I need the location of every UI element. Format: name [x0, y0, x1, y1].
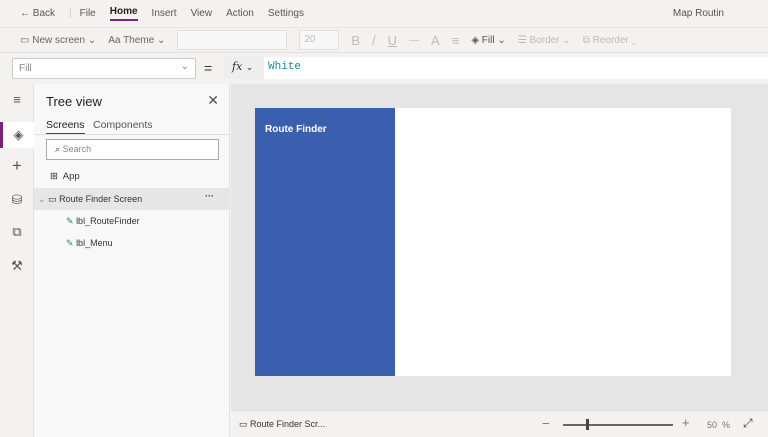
divider: | — [69, 8, 72, 19]
back-button[interactable]: ← Back — [20, 8, 55, 19]
fill-button[interactable]: ◈ Fill ⌄ — [471, 35, 505, 46]
app-title: Map Routin — [672, 8, 724, 19]
status-bar: ▭ Route Finder Scr... − + 50 % ⤢ — [231, 410, 768, 437]
chevron-down-icon: ⌄ — [180, 61, 189, 72]
tools-icon[interactable]: ⚒ — [0, 258, 34, 274]
zoom-unit: % — [722, 420, 731, 430]
fill-icon: ◈ — [471, 34, 480, 46]
property-dropdown[interactable]: Fill ⌄ — [12, 58, 196, 79]
menu-file[interactable]: File — [80, 8, 96, 19]
fill-label: Fill — [481, 34, 495, 46]
screen-icon: ▭ — [48, 194, 57, 204]
menu-view[interactable]: View — [191, 8, 213, 19]
theme-icon: Aa — [108, 34, 121, 46]
label-icon: ✎ — [66, 238, 74, 248]
zoom-slider-thumb[interactable] — [586, 419, 590, 430]
app-icon: ⊞ — [50, 171, 58, 182]
route-finder-label[interactable]: Route Finder — [265, 124, 327, 135]
insert-icon[interactable]: + — [0, 156, 34, 176]
property-value: Fill — [19, 63, 32, 74]
hamburger-icon[interactable]: ≡ — [0, 92, 34, 107]
border-label: Border — [529, 34, 560, 46]
border-button[interactable]: ☰ Border ⌄ — [518, 35, 571, 46]
tree-item-label[interactable]: ✎ lbl_Menu — [66, 238, 113, 249]
zoom-in-button[interactable]: + — [682, 415, 690, 430]
left-rail: ≡ ◈ + ⛁ ⧉ ⚒ — [0, 84, 34, 437]
reorder-button[interactable]: ⧉ Reorder ⌄ — [583, 35, 637, 46]
data-icon[interactable]: ⛁ — [0, 192, 34, 208]
italic-button[interactable]: / — [372, 33, 376, 48]
tree-view-title: Tree view — [46, 94, 102, 109]
tree-view-panel: Tree view ✕ Screens Components ⌕ Search … — [34, 84, 230, 437]
menu-panel[interactable]: Route Finder — [255, 108, 395, 376]
back-label: Back — [32, 8, 56, 19]
tree-item-app[interactable]: ⊞ App — [50, 171, 80, 182]
search-placeholder: Search — [62, 144, 92, 154]
zoom-value: 50 % — [707, 420, 730, 430]
label-icon: ✎ — [66, 216, 74, 226]
font-dropdown[interactable] — [177, 30, 288, 50]
search-icon: ⌕ — [55, 144, 61, 154]
media-icon[interactable]: ⧉ — [0, 224, 34, 240]
toolbar: ▭ New screen ⌄ Aa Theme ⌄ 20 B / U — A ≡… — [0, 27, 768, 53]
search-input[interactable]: ⌕ Search — [46, 139, 219, 160]
new-screen-label: New screen — [32, 34, 86, 46]
tab-screens[interactable]: Screens — [46, 119, 85, 135]
tree-item-label[interactable]: ✎ lbl_RouteFinder — [66, 216, 140, 227]
align-button[interactable]: ≡ — [452, 33, 460, 48]
menu-bar: ← Back | File Home Insert View Action Se… — [0, 0, 768, 27]
menu-home[interactable]: Home — [109, 6, 138, 21]
strikethrough-button[interactable]: — — [409, 35, 419, 46]
close-icon[interactable]: ✕ — [207, 92, 219, 109]
font-size-input[interactable]: 20 — [299, 30, 340, 50]
fx-button[interactable]: fx ⌄ — [224, 57, 264, 79]
theme-button[interactable]: Aa Theme ⌄ — [108, 35, 165, 46]
underline-button[interactable]: U — [388, 33, 397, 48]
tree-item-screen[interactable]: ⌄ ▭ Route Finder Screen ··· — [34, 188, 230, 210]
zoom-out-button[interactable]: − — [542, 416, 550, 431]
tree-view-icon[interactable]: ◈ — [0, 122, 34, 148]
fullscreen-icon[interactable]: ⤢ — [743, 416, 753, 431]
menu-action[interactable]: Action — [226, 8, 254, 19]
bold-button[interactable]: B — [351, 33, 360, 48]
screen-icon: ▭ — [239, 419, 248, 429]
label-name: lbl_Menu — [76, 238, 113, 248]
menu-settings[interactable]: Settings — [268, 8, 304, 19]
label-name: lbl_RouteFinder — [76, 216, 140, 226]
fx-icon: fx — [232, 60, 243, 73]
new-screen-button[interactable]: ▭ New screen ⌄ — [20, 35, 96, 46]
font-color-button[interactable]: A — [431, 33, 440, 48]
app-label: App — [62, 171, 80, 182]
zoom-slider[interactable] — [563, 424, 673, 426]
divider — [34, 134, 230, 135]
current-screen-label: Route Finder Scr... — [250, 419, 326, 429]
menu-insert[interactable]: Insert — [152, 8, 177, 19]
reorder-label: Reorder — [592, 34, 629, 46]
tab-components[interactable]: Components — [93, 119, 153, 131]
theme-label: Theme — [123, 34, 155, 46]
current-screen[interactable]: ▭ Route Finder Scr... — [239, 419, 325, 430]
formula-input[interactable]: White — [264, 57, 768, 79]
zoom-number: 50 — [707, 420, 718, 430]
equals-sign: = — [204, 60, 213, 76]
chevron-down-icon: ⌄ — [38, 194, 46, 204]
more-options-button[interactable]: ··· — [205, 191, 214, 201]
screen-label: Route Finder Screen — [59, 194, 143, 204]
